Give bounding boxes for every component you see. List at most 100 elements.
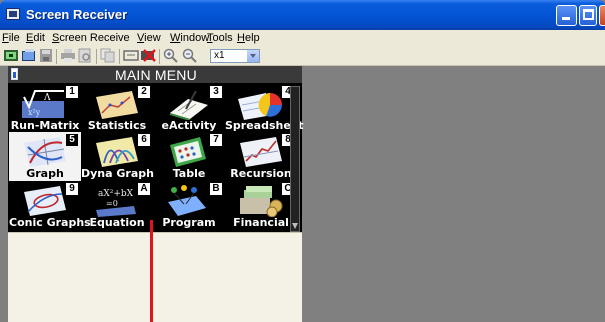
svg-text:aX²+bX: aX²+bX <box>98 189 134 199</box>
menu-file-mnemonic: F <box>2 32 9 44</box>
main-menu-header: MAIN MENU <box>8 66 302 83</box>
menu-tools-label: ools <box>212 32 233 44</box>
zoom-select-value: x1 <box>214 50 225 61</box>
table-icon <box>170 137 206 167</box>
battery-icon <box>11 68 18 80</box>
tile-label: Recursion <box>230 167 292 180</box>
spreadsheet-icon <box>238 93 282 120</box>
menu-file[interactable]: File <box>2 32 20 44</box>
menu-help[interactable]: Help <box>237 32 260 44</box>
menu-tile-graph[interactable]: 5 Graph <box>9 132 81 181</box>
open-icon[interactable] <box>21 48 37 63</box>
svg-text:Λ: Λ <box>43 93 51 103</box>
menu-tile-equation[interactable]: aX²+bX =0 A Equation <box>81 181 153 230</box>
menu-tile-conic-graphs[interactable]: 9 Conic Graphs <box>9 181 91 230</box>
menu-help-label: elp <box>244 32 260 44</box>
tile-label: eActivity <box>161 119 217 132</box>
tile-number: 3 <box>210 86 222 98</box>
close-button[interactable] <box>599 5 605 26</box>
screen-pane: MAIN MENU Λx²y 1 Run-Matrix 2 Statistics… <box>8 66 304 322</box>
chevron-down-icon[interactable] <box>246 50 259 62</box>
tile-number: B <box>210 183 222 195</box>
window-title: Screen Receiver <box>26 7 128 22</box>
maximize-button[interactable] <box>579 5 597 26</box>
menu-tile-dyna-graph[interactable]: 6 Dyna Graph <box>81 132 154 181</box>
red-cursor-line <box>150 220 153 322</box>
menu-edit[interactable]: Edit <box>26 32 45 44</box>
dyna-graph-icon <box>96 137 138 167</box>
zoom-select[interactable]: x1 <box>210 49 260 63</box>
menu-tile-program[interactable]: B Program <box>153 181 225 230</box>
tile-label: Statistics <box>87 119 147 132</box>
tile-number: 2 <box>138 86 150 98</box>
tile-label: Run-Matrix <box>10 119 80 132</box>
graph-icon <box>24 137 66 167</box>
menu-edit-label: dit <box>33 32 45 44</box>
toolbar-separator <box>159 49 160 64</box>
zoom-in-icon[interactable] <box>163 48 179 63</box>
menu-tile-run-matrix[interactable]: Λx²y 1 Run-Matrix <box>9 84 81 133</box>
main-menu-title: MAIN MENU <box>115 67 197 83</box>
recursion-icon <box>240 137 282 167</box>
tile-label: Spreadsheet <box>225 119 304 132</box>
tile-number: 1 <box>66 86 78 98</box>
tile-number: A <box>138 183 150 195</box>
menu-tile-recursion[interactable]: 8 Recursion <box>225 132 297 181</box>
menu-tile-spreadsheet[interactable]: 4 Spreadsheet <box>225 84 304 133</box>
menu-tile-table[interactable]: 7 Table <box>153 132 225 181</box>
maximize-icon <box>583 9 594 20</box>
toolbar-separator <box>96 49 97 64</box>
menu-window-mnemonic: W <box>170 32 181 44</box>
svg-text:=0: =0 <box>106 199 118 208</box>
stop-capture-icon[interactable] <box>140 48 156 63</box>
menu-scrollbar[interactable] <box>290 86 300 232</box>
tile-label: Dyna Graph <box>81 167 154 180</box>
menu-tile-financial[interactable]: C Financial <box>225 181 297 230</box>
copy-icon[interactable] <box>100 48 116 63</box>
minimize-button[interactable] <box>556 5 577 26</box>
scroll-down-icon[interactable] <box>292 223 298 229</box>
zoom-out-icon[interactable] <box>182 48 198 63</box>
minimize-icon <box>562 17 570 20</box>
tile-number: 6 <box>138 134 150 146</box>
tile-label: Program <box>162 216 216 229</box>
menu-tile-statistics[interactable]: 2 Statistics <box>81 84 153 133</box>
conic-graphs-icon <box>24 186 66 216</box>
menu-file-label: ile <box>8 32 20 44</box>
tile-number: 9 <box>66 183 78 195</box>
menu-window-label: indow <box>180 32 210 44</box>
svg-text:x²y: x²y <box>28 108 41 117</box>
menu-help-mnemonic: H <box>237 32 245 44</box>
print-icon[interactable] <box>60 48 76 63</box>
save-icon[interactable] <box>38 48 54 63</box>
app-icon[interactable] <box>6 8 20 20</box>
print-preview-icon[interactable] <box>77 48 93 63</box>
toolbar-separator <box>56 49 57 64</box>
toolbar-separator <box>119 49 120 64</box>
menu-tools[interactable]: Tools <box>207 32 233 44</box>
menu-tile-eactivity[interactable]: 3 eActivity <box>153 84 225 133</box>
title-bar[interactable]: Screen Receiver <box>0 0 605 30</box>
tile-label: Graph <box>26 167 64 180</box>
eactivity-icon <box>170 90 208 120</box>
equation-icon: aX²+bX=0 <box>96 189 136 217</box>
fit-screen-icon[interactable] <box>123 48 139 63</box>
tile-label: Equation <box>89 216 145 229</box>
menu-view-label: iew <box>144 32 161 44</box>
menu-screen-receive[interactable]: Screen Receive <box>52 32 130 44</box>
tile-label: Table <box>172 167 206 180</box>
calculator-screen: MAIN MENU Λx²y 1 Run-Matrix 2 Statistics… <box>8 66 304 232</box>
menu-window[interactable]: Window <box>170 32 209 44</box>
statistics-icon <box>96 91 138 119</box>
tile-number: 5 <box>66 134 78 146</box>
menu-screen-receive-label: creen Receive <box>59 32 130 44</box>
tile-label: Conic Graphs <box>9 216 91 229</box>
toolbar: x1 <box>0 46 605 66</box>
tile-label: Financial <box>233 216 289 229</box>
run-matrix-icon: Λx²y <box>22 90 64 118</box>
financial-icon <box>240 186 283 217</box>
menu-bar: File Edit Screen Receive View Window Too… <box>0 30 605 46</box>
program-icon <box>168 185 206 216</box>
capture-icon[interactable] <box>3 48 19 63</box>
menu-view[interactable]: View <box>137 32 161 44</box>
